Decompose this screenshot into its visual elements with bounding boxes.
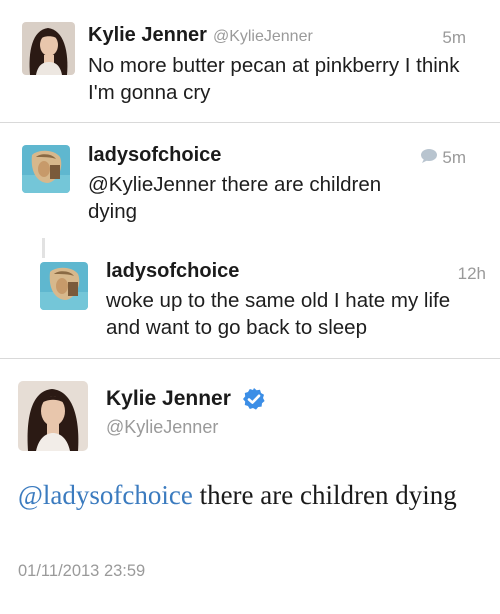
featured-author-handle[interactable]: @KylieJenner (106, 417, 218, 438)
tweet-time: 5m (442, 28, 466, 47)
featured-author-name[interactable]: Kylie Jenner (106, 387, 231, 411)
tweet-ladysofchoice-reply[interactable]: ladysofchoice 5m @KylieJenner there are … (0, 123, 500, 238)
tweet-text: @KylieJenner there are children dying (88, 173, 382, 223)
featured-tweet-text: @ladysofchoice there are children dying (18, 477, 478, 513)
tweet-author-name[interactable]: ladysofchoice (106, 260, 239, 283)
avatar-kylie[interactable] (22, 22, 75, 75)
tweet-time: 5m (420, 148, 466, 169)
avatar-ladysofchoice[interactable] (40, 262, 88, 310)
thread-line (42, 238, 45, 258)
tweet-author-name[interactable]: Kylie Jenner @KylieJenner (88, 24, 313, 47)
tweet-time-text: 5m (442, 148, 466, 167)
tweet-text: woke up to the same old I hate my life a… (106, 289, 451, 339)
tweet-kylie-1[interactable]: Kylie Jenner @KylieJenner 5m No more butt… (0, 0, 500, 122)
tweet-ladysofchoice-context[interactable]: ladysofchoice 12h woke up to the same ol… (0, 238, 500, 358)
avatar-ladysofchoice[interactable] (22, 145, 70, 193)
mention-link[interactable]: @ladysofchoice (18, 480, 193, 510)
speech-bubble-icon (420, 148, 438, 169)
author-handle[interactable]: @KylieJenner (213, 28, 313, 45)
author-name-text[interactable]: Kylie Jenner (88, 24, 207, 46)
tweet-time: 12h (457, 264, 486, 283)
tweet-text: No more butter pecan at pinkberry I thin… (88, 54, 460, 104)
featured-tweet[interactable]: Kylie Jenner @KylieJenner @ladysofchoice… (0, 359, 500, 614)
tweet-author-name[interactable]: ladysofchoice (88, 144, 221, 167)
verified-badge-icon (242, 387, 266, 416)
avatar-kylie-large[interactable] (18, 381, 88, 451)
featured-timestamp: 01/11/2013 23:59 (18, 562, 146, 580)
featured-text-rest: there are children dying (192, 480, 457, 510)
